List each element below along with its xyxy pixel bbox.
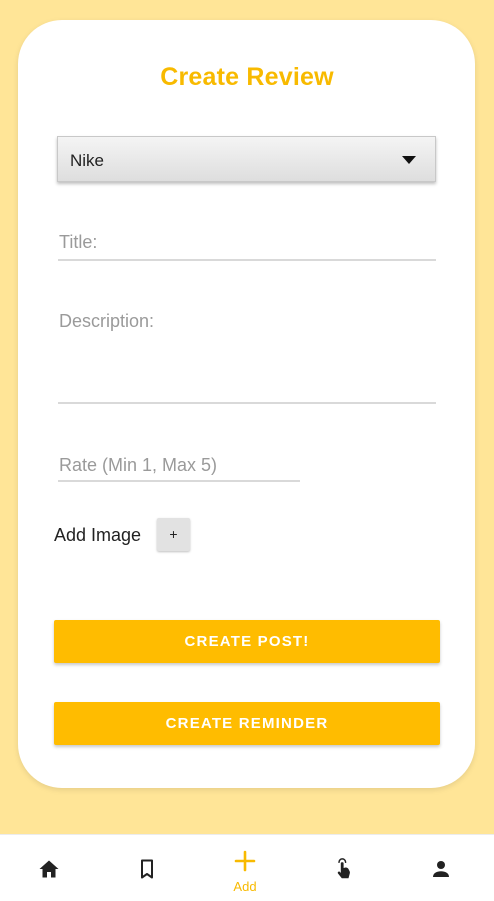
person-icon [433, 861, 449, 877]
brand-dropdown[interactable]: Nike [57, 136, 436, 182]
dropdown-arrow-icon [402, 156, 416, 164]
add-image-label: Add Image [54, 525, 142, 545]
rate-input-placeholder: Rate (Min 1, Max 5) [59, 455, 218, 475]
home-icon [39, 860, 59, 878]
nav-item-home[interactable] [0, 835, 98, 901]
nav-item-touch[interactable] [294, 835, 392, 901]
bottom-navigation: Add [0, 834, 494, 901]
nav-item-bookmarks[interactable] [98, 835, 196, 901]
touch-icon [337, 858, 350, 879]
page-title: Create Review [160, 63, 334, 91]
description-input[interactable]: Description: [58, 305, 436, 404]
plus-icon [234, 850, 256, 872]
nav-item-profile[interactable] [392, 835, 490, 901]
description-input-placeholder: Description: [59, 311, 155, 331]
title-input[interactable]: Title: [58, 226, 436, 261]
create-post-button[interactable]: CREATE POST! [54, 620, 440, 663]
brand-dropdown-value: Nike [70, 151, 105, 170]
nav-item-add-label: Add [233, 879, 257, 894]
bookmark-icon [141, 859, 153, 879]
title-input-placeholder: Title: [59, 232, 98, 252]
rate-input[interactable]: Rate (Min 1, Max 5) [58, 450, 300, 482]
nav-item-add[interactable]: Add [196, 835, 294, 901]
add-image-button[interactable]: + [157, 518, 190, 551]
create-reminder-button[interactable]: CREATE REMINDER [54, 702, 440, 745]
